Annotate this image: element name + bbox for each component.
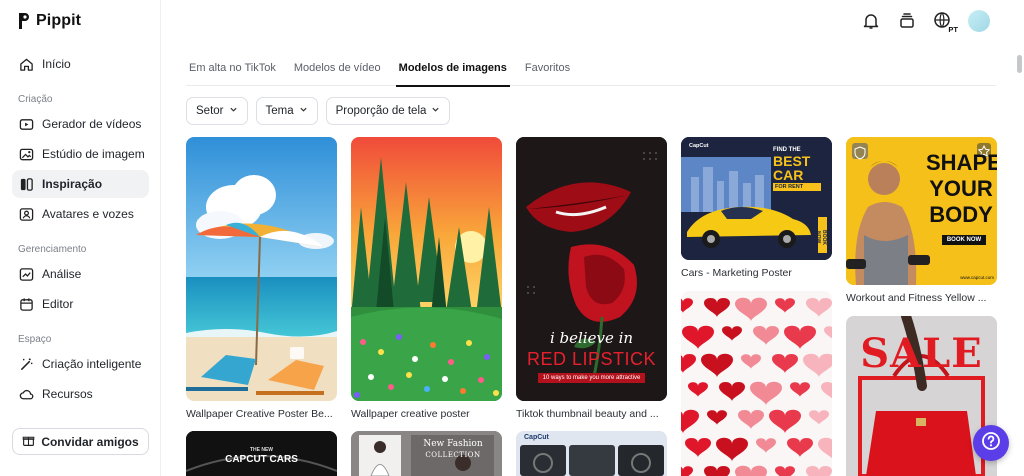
card-brand: CapCut <box>689 143 709 149</box>
card-sale-word: SALE <box>860 330 983 377</box>
card-url: www.capcut.com <box>960 275 994 280</box>
template-card-beach-poster[interactable] <box>186 137 337 401</box>
avatar-icon <box>18 206 34 222</box>
sidebar: Pippit Início Criação Gerador de vídeos … <box>0 0 161 476</box>
filter-sector[interactable]: Setor <box>186 97 248 125</box>
card-brand: CapCut <box>524 434 549 441</box>
sidebar-item-home[interactable]: Início <box>12 50 149 78</box>
sidebar-item-avatars[interactable]: Avatares e vozes <box>12 200 149 228</box>
chevron-down-icon <box>431 105 440 117</box>
sidebar-item-label: Análise <box>42 267 82 281</box>
template-card-fashion[interactable]: New Fashion COLLECTION <box>351 431 502 476</box>
card-line1: SHAPE <box>926 150 997 175</box>
sidebar-item-editor[interactable]: Editor <box>12 290 149 318</box>
language-badge: PT <box>948 25 958 34</box>
template-card-car-rental[interactable]: CapCut FIND THE BEST CAR FOR RENT BOOK N… <box>681 137 832 260</box>
sidebar-item-label: Estúdio de imagem <box>42 147 145 161</box>
card-title-line1: i believe in <box>549 329 634 347</box>
card-title-line1: New Fashion <box>423 439 483 449</box>
card-line2: BEST <box>773 153 811 169</box>
scrollbar-thumb[interactable] <box>1017 55 1022 73</box>
pippit-logo[interactable]: Pippit <box>18 12 81 30</box>
pippit-logo-icon <box>19 13 29 29</box>
chart-icon <box>18 266 34 282</box>
chevron-down-icon <box>299 105 308 117</box>
template-tabs: Em alta no TikTok Modelos de vídeo Model… <box>186 52 996 87</box>
filter-bar: Setor Tema Proporção de tela <box>186 97 451 125</box>
card-caption: Wallpaper Creative Poster Be... <box>186 408 333 420</box>
sidebar-item-resources[interactable]: Recursos <box>12 380 149 408</box>
beach-umbrella-image <box>186 137 337 401</box>
magic-wand-icon <box>18 356 34 372</box>
tab-video-templates[interactable]: Modelos de vídeo <box>291 52 384 86</box>
sidebar-item-label: Recursos <box>42 387 93 401</box>
help-button[interactable] <box>973 425 1009 461</box>
sidebar-item-smart-creation[interactable]: Criação inteligente <box>12 350 149 378</box>
tab-tiktok-trending[interactable]: Em alta no TikTok <box>186 52 279 86</box>
template-card-car-interior[interactable]: CapCut <box>516 431 667 476</box>
sidebar-item-label: Inspiração <box>42 177 103 191</box>
inspiration-icon <box>18 176 34 192</box>
card-caption: Tiktok thumbnail beauty and ... <box>516 408 659 420</box>
cloud-icon <box>18 386 34 402</box>
bell-icon[interactable] <box>860 10 882 32</box>
card-caption: Cars - Marketing Poster <box>681 267 792 279</box>
filter-aspect-ratio[interactable]: Proporção de tela <box>325 97 451 125</box>
card-cta: BOOK NOW <box>815 229 827 245</box>
card-kicker: THE NEW <box>249 447 274 453</box>
gift-icon <box>22 434 35 450</box>
section-label-management: Gerenciamento <box>18 244 87 255</box>
filter-label: Setor <box>196 105 224 117</box>
card-subtitle: 10 ways to make you more attractive <box>538 373 645 383</box>
card-line3: BODY <box>929 202 993 227</box>
question-icon <box>981 431 1001 456</box>
sidebar-item-label: Avatares e vozes <box>42 207 134 221</box>
card-caption: Wallpaper creative poster <box>351 408 470 420</box>
sidebar-item-analytics[interactable]: Análise <box>12 260 149 288</box>
filter-label: Proporção de tela <box>335 105 427 117</box>
home-icon <box>18 56 34 72</box>
card-caption: Workout and Fitness Yellow ... <box>846 292 987 304</box>
sidebar-item-label: Criação inteligente <box>42 357 142 371</box>
card-title-line2: COLLECTION <box>425 451 481 459</box>
card-title-line2: RED LIPSTICK <box>526 349 657 369</box>
filter-label: Tema <box>265 105 294 117</box>
invite-friends-button[interactable]: Convidar amigos <box>12 428 149 455</box>
card-cta: BOOK NOW <box>942 235 986 245</box>
hearts-pattern-image <box>681 291 832 476</box>
sidebar-item-inspiration[interactable]: Inspiração <box>12 170 149 198</box>
sidebar-item-video-generator[interactable]: Gerador de vídeos <box>12 110 149 138</box>
chevron-down-icon <box>229 105 238 117</box>
language-icon[interactable]: PT <box>932 10 958 34</box>
image-edit-icon <box>18 146 34 162</box>
app-name: Pippit <box>36 12 82 29</box>
forest-sunset-image <box>351 137 502 401</box>
filter-theme[interactable]: Tema <box>255 97 318 125</box>
invite-friends-label: Convidar amigos <box>41 434 139 449</box>
section-label-creation: Criação <box>18 94 53 105</box>
card-line3: CAR <box>773 167 804 183</box>
template-card-red-lipstick[interactable]: i believe in RED LIPSTICK 10 ways to mak… <box>516 137 667 401</box>
card-title: CAPCUT CARS <box>225 454 298 465</box>
avatar <box>968 10 990 32</box>
section-label-space: Espaço <box>18 334 52 345</box>
tab-favorites[interactable]: Favoritos <box>522 52 573 86</box>
tab-image-templates[interactable]: Modelos de imagens <box>395 52 511 87</box>
stack-icon[interactable] <box>896 10 918 32</box>
sidebar-item-label: Início <box>42 57 71 71</box>
header-actions: PT <box>860 10 990 34</box>
sidebar-item-label: Gerador de vídeos <box>42 117 142 131</box>
template-card-forest-poster[interactable] <box>351 137 502 401</box>
calendar-icon <box>18 296 34 312</box>
video-plus-icon <box>18 116 34 132</box>
template-card-sale[interactable]: SALE <box>846 316 997 476</box>
user-avatar[interactable] <box>968 10 990 32</box>
sidebar-item-label: Editor <box>42 297 74 311</box>
card-line2: YOUR <box>929 176 993 201</box>
sidebar-item-image-studio[interactable]: Estúdio de imagem <box>12 140 149 168</box>
template-card-fitness-poster[interactable]: SHAPE YOUR BODY BOOK NOW www.capcut.com <box>846 137 997 285</box>
template-card-hearts[interactable] <box>681 291 832 476</box>
template-card-capcut-cars[interactable]: THE NEW CAPCUT CARS <box>186 431 337 476</box>
card-line4: FOR RENT <box>773 183 821 191</box>
